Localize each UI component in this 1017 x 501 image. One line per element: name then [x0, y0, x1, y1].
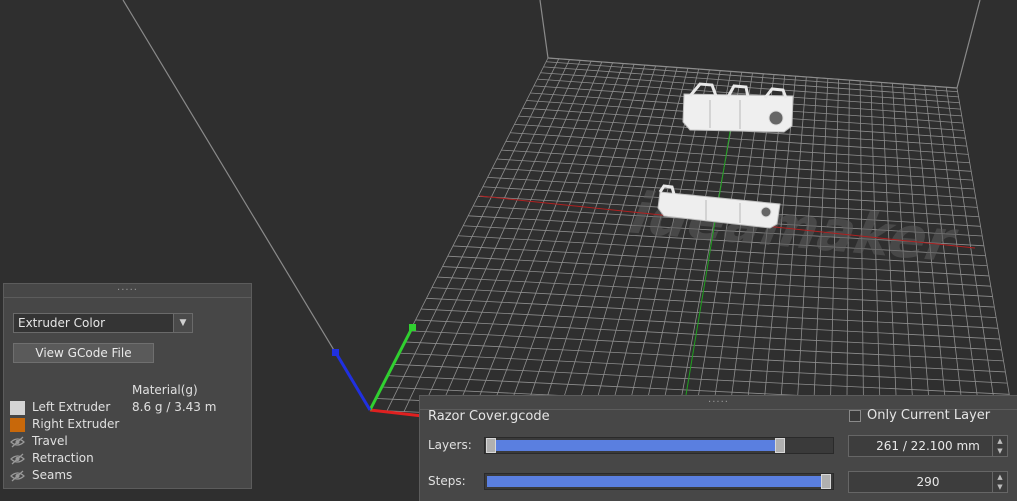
layers-label: Layers:: [428, 438, 472, 452]
legend-left-extruder[interactable]: Left Extruder: [10, 399, 110, 415]
panel-drag-handle[interactable]: .....: [4, 283, 251, 298]
steps-slider-handle[interactable]: [821, 474, 831, 489]
legend-seams[interactable]: Seams: [10, 467, 72, 483]
material-value: 8.6 g / 3.43 m: [132, 400, 217, 414]
layers-spin-buttons[interactable]: ▲ ▼: [992, 436, 1007, 456]
eye-hidden-icon[interactable]: [10, 435, 25, 449]
only-current-layer-label: Only Current Layer: [867, 408, 991, 423]
steps-slider[interactable]: [484, 473, 834, 490]
legend-label: Left Extruder: [32, 400, 111, 414]
grid-line: [547, 57, 958, 89]
layers-slider-max-handle[interactable]: [775, 438, 786, 453]
steps-slider-fill: [487, 476, 825, 487]
view-mode-dropdown[interactable]: Extruder Color ▼: [13, 313, 193, 333]
layers-slider-min-handle[interactable]: [486, 438, 496, 453]
gcode-file-name: Razor Cover.gcode: [428, 409, 550, 424]
grid-line: [404, 341, 1006, 373]
legend-label: Right Extruder: [32, 417, 120, 431]
spin-up-icon[interactable]: ▲: [993, 436, 1007, 446]
spin-down-icon[interactable]: ▼: [993, 446, 1007, 456]
grid-line: [945, 87, 1001, 440]
view-gcode-file-button[interactable]: View GCode File: [13, 343, 154, 363]
grid-line: [437, 60, 592, 414]
steps-value: 290: [916, 475, 940, 489]
layers-value: 261 / 22.100 mm: [876, 439, 980, 453]
steps-spin-buttons[interactable]: ▲ ▼: [992, 472, 1007, 492]
legend-label: Seams: [32, 468, 73, 482]
layers-slider-fill: [487, 440, 782, 451]
view-options-panel: ..... Extruder Color ▼ View GCode File M…: [3, 283, 252, 489]
spin-up-icon[interactable]: ▲: [993, 472, 1007, 482]
grid-line: [420, 60, 581, 413]
legend-label: Retraction: [32, 451, 94, 465]
layers-slider[interactable]: [484, 437, 834, 454]
grid-line: [386, 58, 560, 411]
grid-line: [403, 59, 570, 412]
legend-retraction[interactable]: Retraction: [10, 450, 94, 466]
right-extruder-color-swatch[interactable]: [10, 417, 25, 432]
view-mode-value: Extruder Color: [18, 316, 106, 330]
grid-line: [409, 330, 1004, 362]
spin-down-icon[interactable]: ▼: [993, 482, 1007, 492]
grid-line: [543, 66, 959, 98]
steps-spinbox[interactable]: 290 ▲ ▼: [848, 471, 1008, 493]
grid-line: [956, 87, 1017, 441]
eye-hidden-icon[interactable]: [10, 469, 25, 483]
grid-line: [454, 61, 603, 415]
layers-spinbox[interactable]: 261 / 22.100 mm ▲ ▼: [848, 435, 1008, 457]
left-extruder-color-swatch[interactable]: [10, 400, 25, 415]
only-current-layer-checkbox[interactable]: [849, 410, 861, 422]
grid-line: [393, 363, 1010, 395]
material-title: Material(g): [132, 383, 198, 397]
grid-line: [546, 61, 958, 93]
grid-line: [398, 352, 1008, 384]
grid-line: [488, 63, 624, 416]
legend-right-extruder[interactable]: Right Extruder: [10, 416, 119, 432]
eye-hidden-icon[interactable]: [10, 452, 25, 466]
legend-label: Travel: [32, 434, 68, 448]
steps-label: Steps:: [428, 474, 466, 488]
gcode-preview-panel: ..... Razor Cover.gcode Only Current Lay…: [419, 395, 1017, 501]
legend-travel[interactable]: Travel: [10, 433, 68, 449]
grid-line: [510, 132, 970, 164]
chevron-down-icon[interactable]: ▼: [173, 314, 192, 332]
